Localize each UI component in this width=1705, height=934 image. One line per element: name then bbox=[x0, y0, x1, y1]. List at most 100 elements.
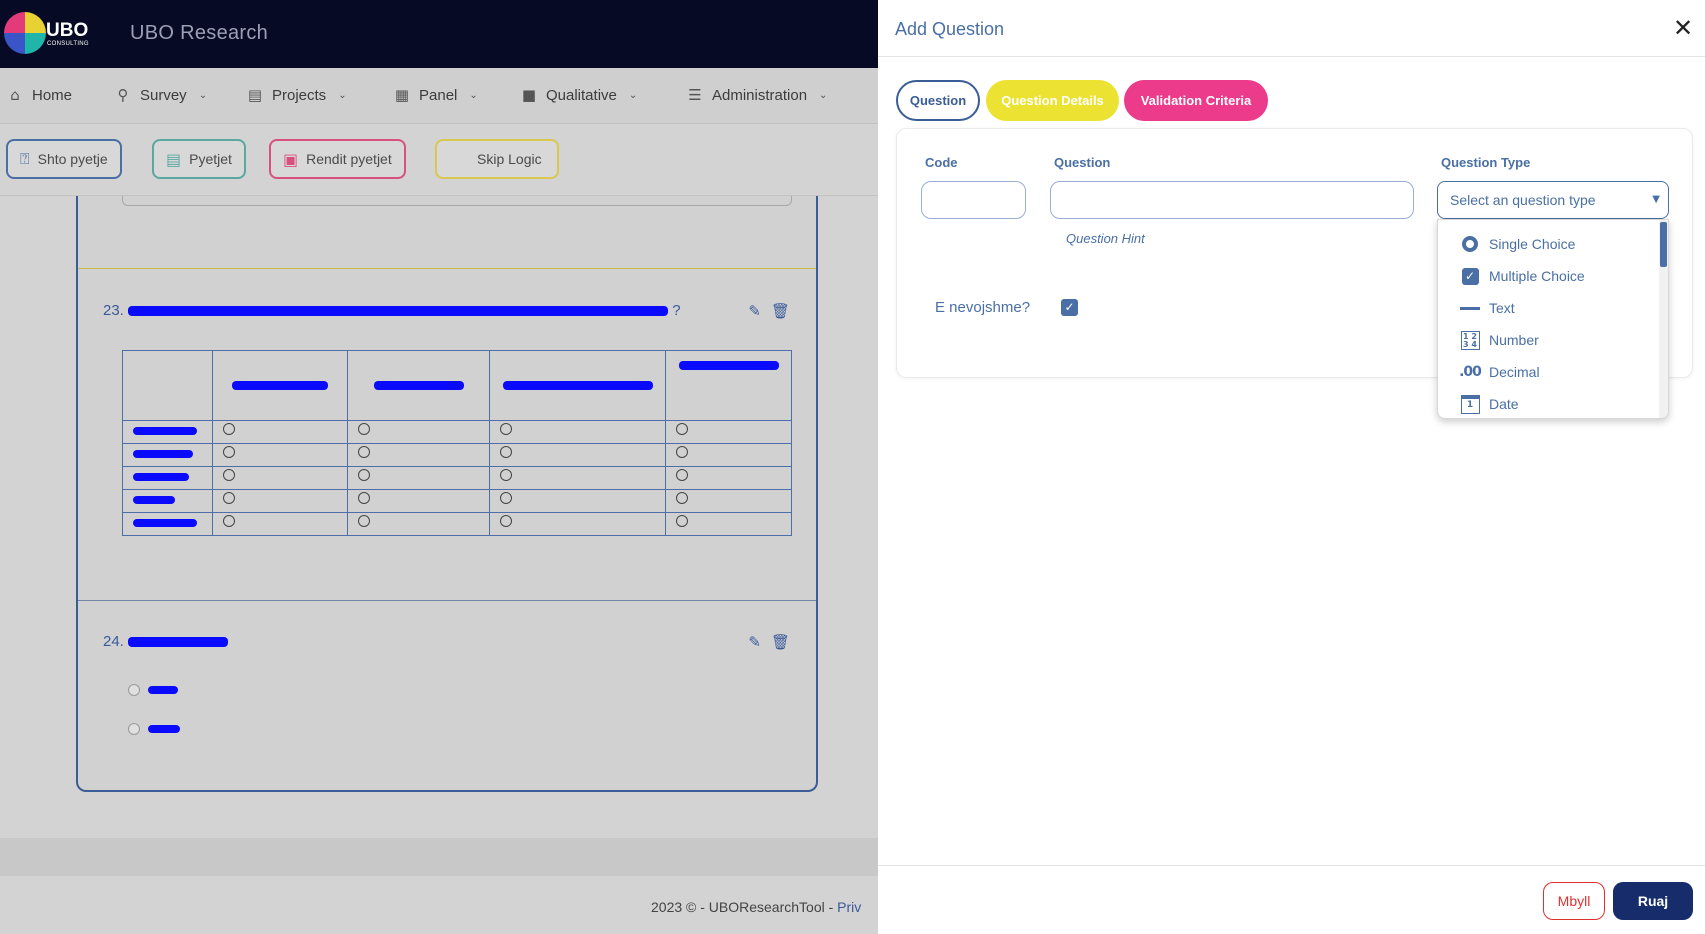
checkbox-icon: ✓ bbox=[1460, 266, 1480, 286]
chevron-down-icon: ⌄ bbox=[628, 89, 638, 101]
radio-option[interactable] bbox=[676, 492, 688, 504]
survey-question-card: 23. ? ✎ 🗑 24. ✎ 🗑 bbox=[76, 196, 818, 792]
option-single-choice[interactable]: Single Choice bbox=[1460, 234, 1575, 254]
option-label: Number bbox=[1489, 332, 1539, 348]
panel-divider bbox=[878, 865, 1705, 866]
question-type-select[interactable]: Select an question type ▼ bbox=[1437, 181, 1669, 219]
redacted-text bbox=[148, 686, 178, 694]
nav-survey-label: Survey bbox=[140, 86, 187, 104]
save-button[interactable]: Ruaj bbox=[1613, 882, 1693, 920]
chevron-down-icon: ⌄ bbox=[338, 89, 347, 101]
trash-icon[interactable]: 🗑 bbox=[771, 633, 790, 651]
caret-down-icon: ▼ bbox=[1652, 194, 1660, 205]
survey-toolbar: ⍰ Shto pyetje ▤ Pyetjet ▣ Rendit pyetjet… bbox=[0, 124, 878, 196]
privacy-link[interactable]: Priv bbox=[837, 899, 861, 915]
radio-option[interactable] bbox=[500, 446, 512, 458]
radio-option[interactable] bbox=[676, 423, 688, 435]
option-label: Decimal bbox=[1489, 364, 1540, 380]
table-cell bbox=[489, 512, 666, 536]
logo-subtext: CONSULTING bbox=[47, 41, 89, 47]
option-text[interactable]: Text bbox=[1460, 298, 1515, 318]
radio-option[interactable] bbox=[676, 469, 688, 481]
close-button[interactable]: Mbyll bbox=[1543, 882, 1605, 920]
edit-icon[interactable]: ✎ bbox=[748, 302, 761, 320]
option-date[interactable]: 1 Date bbox=[1460, 394, 1519, 414]
radio-option[interactable] bbox=[500, 492, 512, 504]
close-icon[interactable]: ✕ bbox=[1669, 14, 1697, 42]
redacted-text bbox=[133, 495, 175, 504]
question-type-placeholder: Select an question type bbox=[1450, 192, 1596, 208]
nav-home[interactable]: ⌂ Home bbox=[6, 86, 72, 104]
option-number[interactable]: 1 2 3 4 Number bbox=[1460, 330, 1539, 350]
table-cell bbox=[212, 466, 348, 490]
radio-option[interactable] bbox=[358, 423, 370, 435]
nav-administration[interactable]: ☰ Administration ⌄ bbox=[686, 86, 827, 104]
radio-option[interactable] bbox=[676, 515, 688, 527]
tab-question-details[interactable]: Question Details bbox=[986, 80, 1119, 121]
table-cell bbox=[212, 443, 348, 467]
table-cell bbox=[212, 512, 348, 536]
radio-option[interactable] bbox=[358, 492, 370, 504]
table-row bbox=[122, 443, 792, 467]
radio-option[interactable] bbox=[358, 446, 370, 458]
trash-icon[interactable]: 🗑 bbox=[771, 302, 790, 320]
option-multiple-choice[interactable]: ✓ Multiple Choice bbox=[1460, 266, 1585, 286]
table-cell bbox=[347, 466, 490, 490]
radio-option[interactable] bbox=[358, 515, 370, 527]
scrollbar-thumb[interactable] bbox=[1660, 222, 1667, 267]
search-icon: ⚲ bbox=[117, 86, 129, 104]
decimal-icon: .00 bbox=[1459, 364, 1482, 380]
nav-administration-label: Administration bbox=[712, 86, 808, 104]
radio-option[interactable] bbox=[676, 446, 688, 458]
code-input[interactable] bbox=[921, 181, 1026, 219]
radio-option[interactable] bbox=[500, 423, 512, 435]
radio-option[interactable] bbox=[223, 515, 235, 527]
question-input[interactable] bbox=[1050, 181, 1414, 219]
nav-survey[interactable]: ⚲ Survey ⌄ bbox=[114, 86, 208, 104]
question-24-title: 24. bbox=[103, 633, 229, 650]
radio-option[interactable] bbox=[128, 684, 140, 696]
edit-icon[interactable]: ✎ bbox=[748, 633, 761, 651]
radio-option[interactable] bbox=[223, 446, 235, 458]
tab-question[interactable]: Question bbox=[896, 80, 980, 121]
radio-option[interactable] bbox=[128, 723, 140, 735]
previous-question-input bbox=[122, 196, 792, 206]
option-decimal[interactable]: .00 Decimal bbox=[1459, 362, 1540, 382]
radio-icon bbox=[1460, 234, 1480, 254]
radio-option[interactable] bbox=[223, 492, 235, 504]
redacted-text bbox=[133, 449, 193, 458]
nav-panel[interactable]: ▦ Panel ⌄ bbox=[393, 86, 478, 104]
nav-projects[interactable]: ▤ Projects ⌄ bbox=[246, 86, 347, 104]
table-cell bbox=[489, 443, 666, 467]
radio-option[interactable] bbox=[500, 515, 512, 527]
order-questions-button[interactable]: ▣ Rendit pyetjet bbox=[269, 139, 406, 179]
nav-qualitative[interactable]: ■ Qualitative ⌄ bbox=[520, 86, 637, 104]
page-footer: 2023 © - UBOResearchTool - Priv bbox=[651, 899, 861, 915]
skip-logic-button[interactable]: Skip Logic bbox=[435, 139, 559, 179]
question-23-suffix: ? bbox=[672, 302, 681, 319]
radio-option[interactable] bbox=[223, 469, 235, 481]
question-24-number: 24. bbox=[103, 633, 124, 650]
tab-validation-criteria[interactable]: Validation Criteria bbox=[1124, 80, 1268, 121]
radio-option[interactable] bbox=[223, 423, 235, 435]
radio-option[interactable] bbox=[500, 469, 512, 481]
table-header-cell bbox=[347, 350, 490, 421]
answer-option[interactable] bbox=[128, 684, 178, 696]
add-question-button[interactable]: ⍰ Shto pyetje bbox=[6, 139, 122, 179]
text-icon bbox=[1460, 298, 1480, 318]
brand-title: UBO Research bbox=[130, 22, 269, 44]
radio-option[interactable] bbox=[358, 469, 370, 481]
required-checkbox[interactable]: ✓ bbox=[1061, 299, 1078, 316]
table-cell bbox=[665, 420, 792, 444]
table-cell bbox=[665, 489, 792, 513]
table-cell bbox=[665, 443, 792, 467]
answer-option[interactable] bbox=[128, 723, 180, 735]
redacted-text bbox=[133, 472, 189, 481]
table-header-cell bbox=[489, 350, 666, 421]
redacted-text bbox=[128, 637, 229, 648]
question-23-title: 23. ? bbox=[103, 302, 681, 319]
row-label bbox=[122, 512, 213, 536]
dropdown-scrollbar[interactable] bbox=[1659, 220, 1668, 418]
nav-home-label: Home bbox=[32, 86, 73, 104]
questions-button[interactable]: ▤ Pyetjet bbox=[152, 139, 246, 179]
